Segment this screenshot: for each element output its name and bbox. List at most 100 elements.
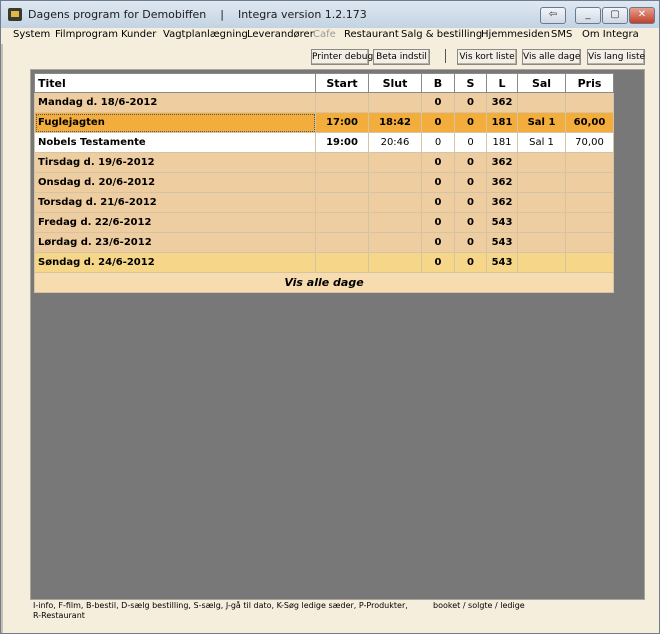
row-title: Mandag d. 18/6-2012 bbox=[34, 92, 316, 113]
row-title: Fredag d. 22/6-2012 bbox=[34, 212, 316, 233]
row-start: 19:00 bbox=[315, 132, 369, 153]
row-b: 0 bbox=[421, 112, 455, 133]
row-slut bbox=[368, 152, 422, 173]
app-window: Dagens program for Demobiffen | Integra … bbox=[0, 0, 660, 634]
menu-cafe[interactable]: Cafe bbox=[313, 29, 336, 40]
row-b: 0 bbox=[421, 252, 455, 273]
col-header-s[interactable]: S bbox=[454, 73, 487, 93]
vis-kort-liste-button[interactable]: Vis kort liste bbox=[457, 49, 517, 65]
row-pris bbox=[565, 252, 614, 273]
day-row[interactable]: Tirsdag d. 19/6-2012 0 0 362 bbox=[34, 152, 614, 173]
row-sal bbox=[517, 152, 566, 173]
col-header-pris[interactable]: Pris bbox=[565, 73, 614, 93]
beta-indstil-button[interactable]: Beta indstil bbox=[373, 49, 430, 65]
menu-system[interactable]: System bbox=[13, 29, 50, 40]
row-sal: Sal 1 bbox=[517, 132, 566, 153]
row-s: 0 bbox=[454, 252, 487, 273]
menu-vagtplanlaegning[interactable]: Vagtplanlægning bbox=[163, 29, 248, 40]
seat-legend: booket / solgte / ledige bbox=[433, 601, 525, 610]
row-s: 0 bbox=[454, 192, 487, 213]
row-slut bbox=[368, 232, 422, 253]
day-row[interactable]: Mandag d. 18/6-2012 0 0 362 bbox=[34, 92, 614, 113]
menu-om-integra[interactable]: Om Integra bbox=[582, 29, 639, 40]
show-row[interactable]: Nobels Testamente 19:00 20:46 0 0 181 Sa… bbox=[34, 132, 614, 153]
row-start bbox=[315, 212, 369, 233]
menu-kunder[interactable]: Kunder bbox=[121, 29, 156, 40]
help-button[interactable]: ⇦ bbox=[540, 7, 566, 24]
row-sal bbox=[517, 232, 566, 253]
vis-alle-dage-row[interactable]: Vis alle dage bbox=[34, 272, 614, 293]
row-slut bbox=[368, 172, 422, 193]
col-header-b[interactable]: B bbox=[421, 73, 455, 93]
row-pris bbox=[565, 92, 614, 113]
menu-sms[interactable]: SMS bbox=[551, 29, 572, 40]
left-edge bbox=[1, 44, 3, 633]
row-s: 0 bbox=[454, 212, 487, 233]
row-l: 362 bbox=[486, 192, 518, 213]
day-row[interactable]: Torsdag d. 21/6-2012 0 0 362 bbox=[34, 192, 614, 213]
col-header-start[interactable]: Start bbox=[315, 73, 369, 93]
row-sal bbox=[517, 92, 566, 113]
row-pris: 60,00 bbox=[565, 112, 614, 133]
row-pris bbox=[565, 152, 614, 173]
close-button[interactable]: ✕ bbox=[629, 7, 655, 24]
row-title: Nobels Testamente bbox=[34, 132, 316, 153]
day-row[interactable]: Fredag d. 22/6-2012 0 0 543 bbox=[34, 212, 614, 233]
vis-alle-dage-button[interactable]: Vis alle dage bbox=[522, 49, 581, 65]
minimize-button[interactable]: _ bbox=[575, 7, 601, 24]
row-pris bbox=[565, 232, 614, 253]
row-s: 0 bbox=[454, 232, 487, 253]
version-label: Integra version 1.2.173 bbox=[237, 8, 367, 21]
row-sal: Sal 1 bbox=[517, 112, 566, 133]
col-header-slut[interactable]: Slut bbox=[368, 73, 422, 93]
row-s: 0 bbox=[454, 172, 487, 193]
vis-lang-liste-button[interactable]: Vis lang liste bbox=[587, 49, 645, 65]
row-sal bbox=[517, 252, 566, 273]
col-header-sal[interactable]: Sal bbox=[517, 73, 566, 93]
row-start: 17:00 bbox=[315, 112, 369, 133]
day-row[interactable]: Søndag d. 24/6-2012 0 0 543 bbox=[34, 252, 614, 273]
row-slut bbox=[368, 92, 422, 113]
row-slut: 18:42 bbox=[368, 112, 422, 133]
menu-bar: System Filmprogram Kunder Vagtplanlægnin… bbox=[1, 28, 659, 44]
row-title: Torsdag d. 21/6-2012 bbox=[34, 192, 316, 213]
menu-filmprogram[interactable]: Filmprogram bbox=[55, 29, 118, 40]
row-l: 362 bbox=[486, 152, 518, 173]
row-title: Tirsdag d. 19/6-2012 bbox=[34, 152, 316, 173]
row-pris: 70,00 bbox=[565, 132, 614, 153]
row-sal bbox=[517, 172, 566, 193]
row-sal bbox=[517, 212, 566, 233]
menu-restaurant[interactable]: Restaurant bbox=[344, 29, 399, 40]
row-s: 0 bbox=[454, 132, 487, 153]
row-title: Lørdag d. 23/6-2012 bbox=[34, 232, 316, 253]
program-table: Titel Start Slut B S L Sal Pris Mandag d… bbox=[34, 73, 614, 293]
row-title: Onsdag d. 20/6-2012 bbox=[34, 172, 316, 193]
menu-hjemmesiden[interactable]: Hjemmesiden bbox=[481, 29, 550, 40]
row-l: 362 bbox=[486, 92, 518, 113]
menu-salg-bestilling[interactable]: Salg & bestilling bbox=[401, 29, 482, 40]
day-row[interactable]: Lørdag d. 23/6-2012 0 0 543 bbox=[34, 232, 614, 253]
row-b: 0 bbox=[421, 92, 455, 113]
printer-debug-button[interactable]: Printer debug bbox=[311, 49, 373, 65]
vis-alle-dage-link[interactable]: Vis alle dage bbox=[34, 272, 614, 293]
row-l: 181 bbox=[486, 132, 518, 153]
row-s: 0 bbox=[454, 92, 487, 113]
toolbar-separator bbox=[445, 49, 446, 63]
col-header-titel[interactable]: Titel bbox=[34, 73, 316, 93]
maximize-button[interactable]: ▢ bbox=[602, 7, 628, 24]
window-title: Dagens program for Demobiffen | Integra … bbox=[28, 8, 367, 21]
row-pris bbox=[565, 192, 614, 213]
menu-leverandoerer[interactable]: Leverandører bbox=[247, 29, 314, 40]
program-panel: Titel Start Slut B S L Sal Pris Mandag d… bbox=[30, 69, 645, 600]
hotkey-help: I-info, F-film, B-bestil, D-sælg bestill… bbox=[33, 601, 408, 620]
row-l: 543 bbox=[486, 212, 518, 233]
title-bar[interactable]: Dagens program for Demobiffen | Integra … bbox=[1, 1, 659, 28]
show-row-selected[interactable]: Fuglejagten 17:00 18:42 0 0 181 Sal 1 60… bbox=[34, 112, 614, 133]
day-row[interactable]: Onsdag d. 20/6-2012 0 0 362 bbox=[34, 172, 614, 193]
row-b: 0 bbox=[421, 212, 455, 233]
row-slut bbox=[368, 212, 422, 233]
row-s: 0 bbox=[454, 152, 487, 173]
row-b: 0 bbox=[421, 172, 455, 193]
row-start bbox=[315, 192, 369, 213]
col-header-l[interactable]: L bbox=[486, 73, 518, 93]
